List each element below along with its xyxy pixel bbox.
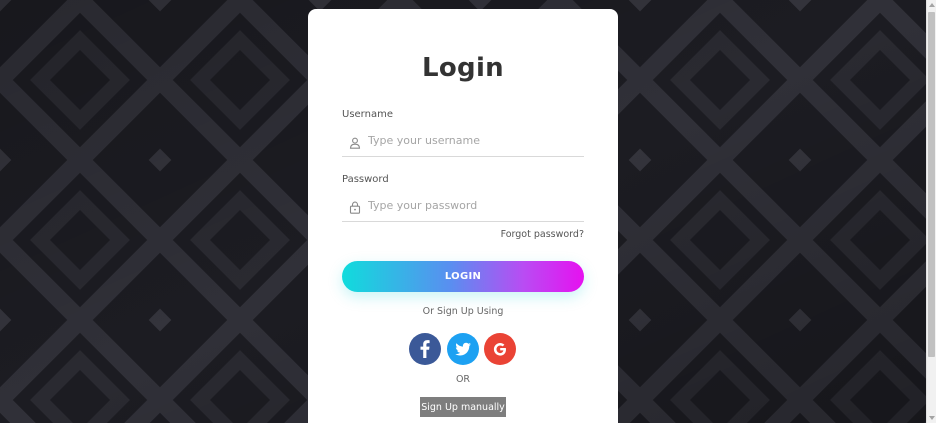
google-icon [493,343,506,356]
scroll-down-icon[interactable] [929,416,935,420]
username-input-row[interactable] [342,130,584,157]
twitter-button[interactable] [447,333,479,365]
social-login-buttons [409,333,519,365]
page-scrollbar[interactable] [926,0,936,423]
forgot-password-link[interactable]: Forgot password? [501,229,584,240]
login-card: Login Username Password [308,9,618,423]
username-field: Username [342,109,584,157]
page-title: Login [422,53,504,83]
scroll-up-icon[interactable] [929,3,935,7]
lock-icon [349,199,361,214]
password-input-row[interactable] [342,195,584,222]
or-divider-text: OR [455,374,471,385]
google-button[interactable] [484,333,516,365]
login-button[interactable]: LOGIN [342,261,584,292]
sign-up-using-text: Or Sign Up Using [422,306,504,317]
username-label: Username [342,109,393,120]
password-field: Password [342,174,584,222]
user-icon [349,134,361,149]
username-input[interactable] [368,130,578,150]
twitter-icon [455,342,471,356]
scrollbar-thumb[interactable] [928,12,935,357]
password-input[interactable] [368,195,578,215]
facebook-button[interactable] [409,333,441,365]
password-label: Password [342,174,389,185]
facebook-icon [420,340,430,358]
sign-up-manually-button[interactable]: Sign Up manually [420,397,506,417]
